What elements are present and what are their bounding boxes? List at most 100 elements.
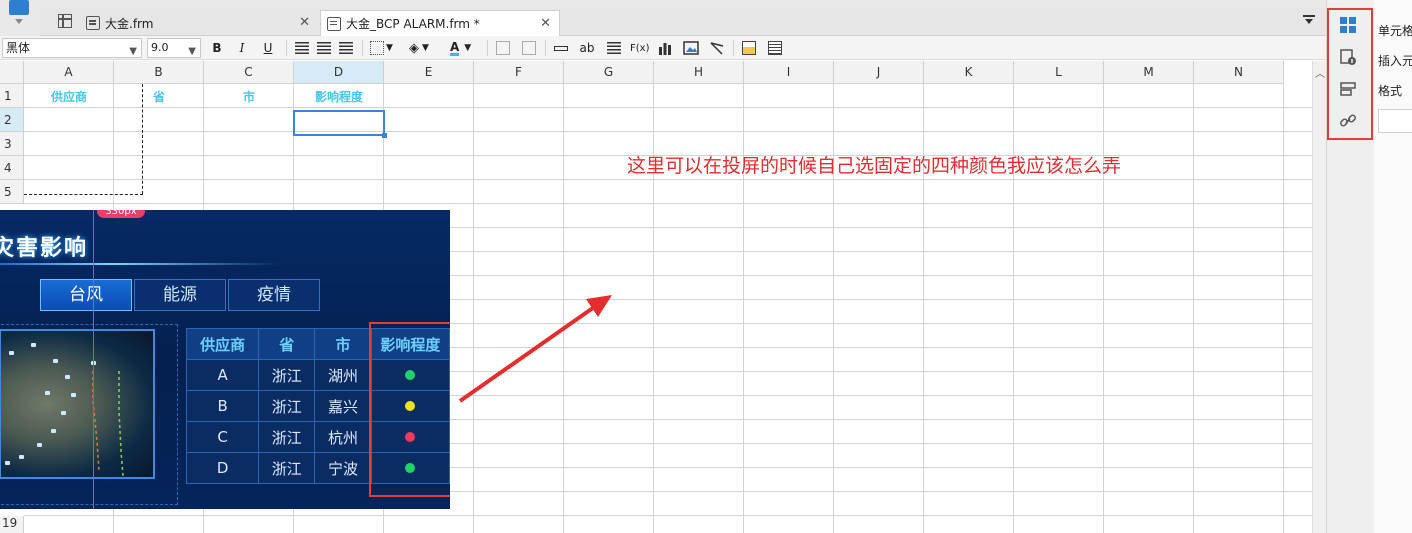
select-all-corner[interactable]	[0, 61, 24, 84]
cell-a1[interactable]: 供应商	[24, 87, 114, 107]
cell-c1[interactable]: 市	[204, 87, 294, 107]
report-designer-window: 大金.frm ✕ 大金_BCP ALARM.frm * ✕ 黑体 ▼ 9.0 ▼…	[0, 0, 1412, 533]
page-break-vertical	[142, 84, 143, 194]
toolbar-divider	[545, 40, 546, 56]
column-header-g[interactable]: G	[564, 61, 654, 84]
insert-image-button[interactable]	[683, 39, 699, 57]
cell-city: 杭州	[314, 421, 372, 453]
tab-list-icon[interactable]	[1303, 15, 1315, 25]
column-header-k[interactable]: K	[924, 61, 1014, 84]
row-header-3[interactable]: 3	[0, 132, 24, 156]
image-icon	[683, 41, 699, 55]
border-icon	[370, 41, 384, 55]
column-header-j[interactable]: J	[834, 61, 924, 84]
font-size-select[interactable]: 9.0 ▼	[147, 38, 201, 58]
formula-button[interactable]: F(x)	[630, 39, 649, 57]
row-header-1[interactable]: 1	[0, 84, 24, 108]
selected-cell-d2[interactable]	[293, 110, 387, 138]
annotation-text: 这里可以在投屏的时候自己选固定的四种颜色我应该怎么弄	[627, 155, 1122, 177]
ruler-px-badge: 330px	[97, 210, 145, 218]
column-header-b[interactable]: B	[114, 61, 204, 84]
cell-city: 嘉兴	[314, 390, 372, 422]
cell-province: 浙江	[258, 359, 316, 391]
scroll-up-icon[interactable]: ︿	[1315, 65, 1325, 80]
cell-d1[interactable]: 影响程度	[294, 87, 384, 107]
underline-button[interactable]: U	[260, 39, 276, 57]
cell-supplier: A	[185, 359, 260, 391]
spreadsheet-grid[interactable]: ABCDEFGHIJKLMN 12345 供应商 省 市 影响程度 灾害影响 台…	[0, 61, 1312, 533]
insert-chart-button[interactable]	[657, 39, 673, 57]
align-center-button[interactable]	[316, 39, 332, 57]
row-header-19[interactable]: 19	[0, 516, 24, 533]
font-family-select[interactable]: 黑体 ▼	[2, 38, 142, 58]
cell-city: 湖州	[314, 359, 372, 391]
toolbar-divider	[286, 40, 287, 56]
ruler-guide-line	[93, 210, 94, 509]
align-right-button[interactable]	[338, 39, 354, 57]
close-icon[interactable]: ✕	[299, 15, 310, 30]
vertical-scrollbar[interactable]: ︿	[1312, 61, 1326, 533]
chevron-down-icon: ▼	[386, 43, 393, 53]
properties-panel: 单元格 插入元 格式	[1374, 0, 1412, 533]
th-province: 省	[258, 328, 316, 360]
merge-cells-button[interactable]	[495, 39, 511, 57]
toolbar-divider	[487, 40, 488, 56]
paragraph-button[interactable]	[606, 39, 622, 57]
cell-b1[interactable]: 省	[114, 87, 204, 107]
column-header-i[interactable]: I	[744, 61, 834, 84]
prop-cell-element-label: 单元格	[1378, 24, 1412, 38]
align-center-icon	[317, 42, 331, 54]
row-header-4[interactable]: 4	[0, 156, 24, 180]
align-right-icon	[339, 42, 353, 54]
font-color-icon: A	[450, 39, 460, 56]
font-family-value: 黑体	[6, 41, 31, 55]
table-layout-button[interactable]	[767, 39, 783, 57]
insert-row-icon	[554, 45, 568, 51]
column-header-f[interactable]: F	[474, 61, 564, 84]
cell-element-button[interactable]	[741, 39, 757, 57]
bar-chart-icon	[659, 43, 671, 55]
column-header-l[interactable]: L	[1014, 61, 1104, 84]
split-cells-icon	[522, 41, 536, 55]
row-header-5[interactable]: 5	[0, 180, 24, 204]
app-logo-icon	[9, 0, 29, 15]
cell-province: 浙江	[258, 421, 316, 453]
cell-province: 浙江	[258, 390, 316, 422]
bold-button[interactable]: B	[209, 39, 225, 57]
font-color-button[interactable]: A ▼	[450, 39, 471, 57]
text-button[interactable]: ab	[579, 39, 595, 57]
column-header-a[interactable]: A	[24, 61, 114, 84]
prop-insert-label: 插入元	[1378, 54, 1412, 68]
font-size-value: 9.0	[151, 41, 169, 54]
border-button[interactable]: ▼	[370, 39, 393, 57]
fill-color-button[interactable]: ◈ ▼	[409, 39, 429, 57]
chevron-down-icon: ▼	[129, 46, 137, 57]
tab-label: 大金.frm	[105, 16, 154, 31]
column-header-d[interactable]: D	[294, 61, 384, 84]
column-header-e[interactable]: E	[384, 61, 474, 84]
column-header-m[interactable]: M	[1104, 61, 1194, 84]
close-icon[interactable]: ✕	[540, 16, 551, 31]
tab-dajin-frm[interactable]: 大金.frm ✕	[80, 10, 318, 36]
column-header-n[interactable]: N	[1194, 61, 1284, 84]
column-header-h[interactable]: H	[654, 61, 744, 84]
tab-bcp-alarm-frm[interactable]: 大金_BCP ALARM.frm * ✕	[320, 10, 560, 36]
insert-slash-button[interactable]	[709, 39, 725, 57]
typhoon-track-lines	[92, 371, 124, 477]
italic-button[interactable]: I	[234, 39, 250, 57]
insert-row-button[interactable]	[553, 39, 569, 57]
split-cells-button[interactable]	[521, 39, 537, 57]
table-icon[interactable]	[58, 14, 72, 28]
chevron-down-icon: ▼	[464, 43, 472, 53]
th-city: 市	[314, 328, 372, 360]
cell-supplier: B	[185, 390, 260, 422]
form-file-icon	[86, 16, 100, 30]
typhoon-map	[0, 329, 155, 479]
app-menu-button[interactable]	[0, 0, 40, 36]
map-frame	[0, 324, 178, 505]
column-header-c[interactable]: C	[204, 61, 294, 84]
prop-format-input[interactable]	[1378, 109, 1412, 133]
align-left-button[interactable]	[294, 39, 310, 57]
cell-element-icon	[742, 41, 756, 55]
row-header-2[interactable]: 2	[0, 108, 24, 132]
